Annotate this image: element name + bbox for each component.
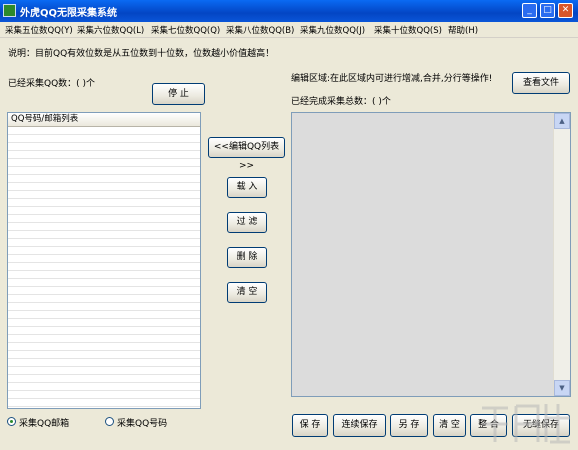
radio-collect-email[interactable] — [7, 417, 16, 426]
menu-help[interactable]: 帮助(H) — [448, 24, 478, 36]
collected-count: 已经采集QQ数：( )个 — [8, 79, 96, 89]
qq-list[interactable]: QQ号码/邮箱列表 — [7, 112, 201, 409]
app-icon — [3, 4, 16, 17]
load-button[interactable]: 载 入 — [227, 177, 267, 198]
save-button[interactable]: 保 存 — [292, 414, 328, 437]
radio-selected-dot — [10, 420, 13, 423]
stop-button[interactable]: 停 止 — [152, 83, 205, 105]
radio-collect-qq[interactable] — [105, 417, 114, 426]
save-as-button[interactable]: 另 存 — [390, 414, 428, 437]
close-icon[interactable]: ✕ — [558, 3, 573, 18]
scroll-down-icon[interactable]: ▼ — [554, 380, 570, 396]
window-title: 外虎QQ无限采集系统 — [20, 8, 118, 19]
filter-button[interactable]: 过 滤 — [227, 212, 267, 233]
menu-10-digit[interactable]: 采集十位数QQ(S) — [374, 24, 442, 36]
menu-bar: 采集五位数QQ(Y) 采集六位数QQ(L) 采集七位数QQ(Q) 采集八位数QQ… — [0, 22, 578, 38]
clear-button[interactable]: 清 空 — [433, 414, 466, 437]
edit-area[interactable]: ▲ ▼ — [291, 112, 571, 397]
continuous-save-button[interactable]: 连续保存 — [333, 414, 386, 437]
description-text: 说明：目前QQ有效位数是从五位数到十位数，位数越小价值越高！ — [8, 49, 275, 59]
list-rows — [8, 127, 200, 408]
radio-collect-email-label: 采集QQ邮箱 — [19, 419, 70, 429]
edit-list-button[interactable]: <<编辑QQ列表>> — [208, 137, 285, 171]
menu-9-digit[interactable]: 采集九位数QQ(J) — [300, 24, 365, 36]
scrollbar[interactable] — [553, 113, 570, 396]
menu-8-digit[interactable]: 采集八位数QQ(B) — [226, 24, 294, 36]
menu-5-digit[interactable]: 采集五位数QQ(Y) — [5, 24, 73, 36]
delete-button[interactable]: 删 除 — [227, 247, 267, 268]
radio-collect-qq-label: 采集QQ号码 — [117, 419, 168, 429]
completed-count: 已经完成采集总数：( )个 — [291, 97, 391, 107]
scroll-up-icon[interactable]: ▲ — [554, 113, 570, 129]
menu-6-digit[interactable]: 采集六位数QQ(L) — [77, 24, 144, 36]
watermark-logo — [482, 404, 570, 444]
minimize-icon[interactable]: _ — [522, 3, 537, 18]
title-bar: 外虎QQ无限采集系统 _ □ ✕ — [0, 0, 578, 22]
menu-7-digit[interactable]: 采集七位数QQ(Q) — [151, 24, 220, 36]
clear-list-button[interactable]: 清 空 — [227, 282, 267, 303]
view-file-button[interactable]: 查看文件 — [512, 72, 570, 94]
edit-area-hint: 编辑区域:在此区域内可进行增减,合并,分行等操作! — [291, 74, 493, 84]
list-header: QQ号码/邮箱列表 — [8, 113, 200, 127]
maximize-icon[interactable]: □ — [540, 3, 555, 18]
